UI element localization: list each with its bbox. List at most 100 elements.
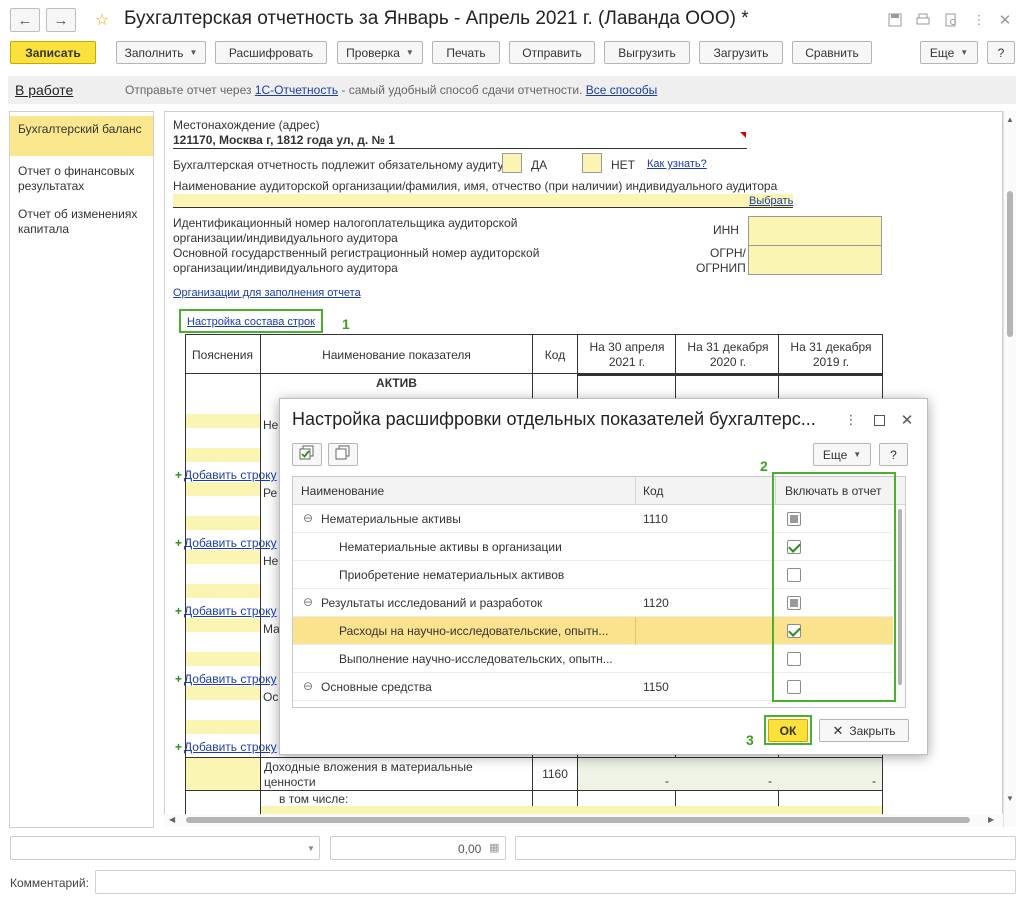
1c-reporting-link[interactable]: 1С-Отчетность xyxy=(255,83,338,97)
collapse-icon[interactable]: ⊖ xyxy=(303,511,313,525)
comment-input[interactable] xyxy=(95,870,1016,894)
dialog-close-icon[interactable]: ✕ xyxy=(896,409,918,431)
print-icon[interactable] xyxy=(912,9,934,31)
col-name: Наименование показателя xyxy=(322,348,471,362)
audit-yes-label: ДА xyxy=(531,158,548,172)
forward-button[interactable]: → xyxy=(46,8,76,32)
check-all-button[interactable] xyxy=(292,443,322,466)
close-window-icon[interactable]: ✕ xyxy=(994,9,1016,31)
info-bar: В работе Отправьте отчет через 1С-Отчетн… xyxy=(8,76,1016,104)
add-row-link-2[interactable]: + Добавить строку xyxy=(175,536,277,550)
preview-icon[interactable] xyxy=(940,9,962,31)
audit-no-box[interactable] xyxy=(582,153,602,173)
save-button[interactable]: Записать xyxy=(10,41,96,64)
scroll-up-icon[interactable]: ▲ xyxy=(1006,115,1014,124)
back-button[interactable]: ← xyxy=(10,8,40,32)
dialog-title: Настройка расшифровки отдельных показате… xyxy=(292,409,816,429)
choose-link[interactable]: Выбрать xyxy=(749,195,793,207)
section-title: АКТИВ xyxy=(376,376,417,390)
save-document-icon[interactable] xyxy=(884,9,906,31)
ogrnip-label: ОГРНИП xyxy=(696,261,746,275)
add-row-link-5[interactable]: + Добавить строку xyxy=(175,740,277,754)
send-button[interactable]: Отправить xyxy=(509,41,595,64)
close-dialog-button[interactable]: ✕ Закрыть xyxy=(819,719,909,742)
annotation-number-1: 1 xyxy=(342,316,350,332)
bottom-select-field[interactable]: ▼ xyxy=(10,836,320,860)
all-ways-link[interactable]: Все способы xyxy=(586,83,658,97)
favorite-button[interactable]: ☆ xyxy=(90,8,114,32)
scroll-left-icon[interactable]: ◀ xyxy=(169,815,175,824)
star-icon: ☆ xyxy=(94,12,110,29)
horizontal-scrollbar[interactable]: ◀ ▶ xyxy=(164,814,1003,827)
maximize-icon[interactable] xyxy=(868,409,890,431)
vertical-scroll-thumb[interactable] xyxy=(1007,191,1013,337)
row-fragment-1: Не xyxy=(263,418,279,432)
collapse-icon[interactable]: ⊖ xyxy=(303,679,313,693)
scroll-down-icon[interactable]: ▼ xyxy=(1006,794,1014,803)
auditor-name-field[interactable] xyxy=(173,194,793,208)
ogrn-field[interactable] xyxy=(748,245,882,275)
sidebar-item-capital-changes[interactable]: Отчет об изменениях капитала xyxy=(10,201,153,241)
uncheck-all-button[interactable] xyxy=(328,443,358,466)
add-row-link-4[interactable]: + Добавить строку xyxy=(175,672,277,686)
ok-button[interactable]: ОК xyxy=(768,719,808,742)
including-label: в том числе: xyxy=(279,792,349,806)
how-to-know-link[interactable]: Как узнать? xyxy=(647,158,707,170)
add-row-link-3[interactable]: + Добавить строку xyxy=(175,604,277,618)
row-fragment-5: Ос xyxy=(263,690,279,704)
decode-button[interactable]: Расшифровать xyxy=(215,41,327,64)
annotation-number-3: 3 xyxy=(746,732,754,748)
calculator-icon[interactable]: ▦ xyxy=(489,841,499,854)
more-dropdown-button[interactable]: Еще ▼ xyxy=(920,41,978,64)
bottom-text-field[interactable] xyxy=(515,836,1016,860)
col-code-header[interactable]: Код xyxy=(643,484,663,498)
col-name-header[interactable]: Наименование xyxy=(301,484,384,498)
address-label: Местонахождение (адрес) xyxy=(173,118,320,132)
help-button[interactable]: ? xyxy=(987,41,1015,64)
info-text: Отправьте отчет через 1С-Отчетность - са… xyxy=(125,83,658,97)
chevron-down-icon: ▼ xyxy=(307,844,315,853)
grid-scrollbar[interactable] xyxy=(895,505,905,707)
inn-field[interactable] xyxy=(748,216,882,246)
row-fragment-2: Ре xyxy=(263,486,278,500)
caret-down-icon: ▼ xyxy=(960,48,969,57)
comment-label: Комментарий: xyxy=(10,876,89,890)
auditor-name-label: Наименование аудиторской организации/фам… xyxy=(173,179,778,193)
arrow-left-icon: ← xyxy=(17,11,33,29)
ogrn-label: ОГРН/ xyxy=(710,246,746,260)
address-value[interactable]: 121170, Москва г, 1812 года ул, д. № 1 xyxy=(173,133,747,149)
annotation-number-2: 2 xyxy=(760,458,768,474)
sidebar-item-balance[interactable]: Бухгалтерский баланс xyxy=(10,116,153,156)
arrow-right-icon: → xyxy=(53,11,69,29)
rows-config-link[interactable]: Настройка состава строк xyxy=(187,316,315,328)
fill-dropdown-button[interactable]: Заполнить ▼ xyxy=(116,41,206,64)
sidebar-item-financial-results[interactable]: Отчет о финансовых результатах xyxy=(10,158,153,198)
scroll-right-icon[interactable]: ▶ xyxy=(988,815,994,824)
check-dropdown-button[interactable]: Проверка ▼ xyxy=(337,41,423,64)
import-button[interactable]: Загрузить xyxy=(699,41,783,64)
dialog-more-button[interactable]: Еще ▼ xyxy=(813,443,871,466)
close-x-icon: ✕ xyxy=(832,722,844,738)
grid-scroll-thumb[interactable] xyxy=(898,509,902,685)
print-button[interactable]: Печать xyxy=(432,41,500,64)
audit-no-label: НЕТ xyxy=(611,158,635,172)
amount-field[interactable]: 0,00 ▦ xyxy=(330,836,506,860)
vertical-scrollbar[interactable]: ▲ ▼ xyxy=(1003,111,1016,827)
add-row-link-1[interactable]: + Добавить строку xyxy=(175,468,277,482)
col-date-1: На 30 апреля 2021 г. xyxy=(589,340,665,369)
export-button[interactable]: Выгрузить xyxy=(604,41,690,64)
audit-text: Бухгалтерская отчетность подлежит обязат… xyxy=(173,158,504,172)
audit-yes-box[interactable] xyxy=(502,153,522,173)
status-link[interactable]: В работе xyxy=(15,82,73,98)
organizations-link[interactable]: Организации для заполнения отчета xyxy=(173,287,361,299)
horizontal-scroll-thumb[interactable] xyxy=(186,817,970,823)
caret-down-icon: ▼ xyxy=(189,48,198,57)
dash-3: - xyxy=(872,774,876,788)
dialog-more-icon[interactable]: ⋮ xyxy=(840,409,862,431)
annotation-frame-2 xyxy=(772,472,896,702)
inn-text: Идентификационный номер налогоплательщик… xyxy=(173,216,518,245)
more-vertical-icon[interactable]: ⋮ xyxy=(968,9,990,31)
dialog-help-button[interactable]: ? xyxy=(879,443,908,466)
compare-button[interactable]: Сравнить xyxy=(792,41,872,64)
collapse-icon[interactable]: ⊖ xyxy=(303,595,313,609)
